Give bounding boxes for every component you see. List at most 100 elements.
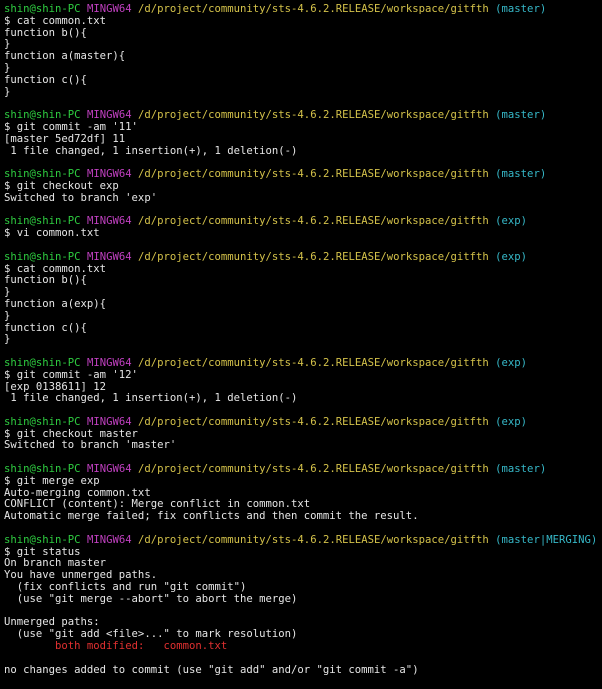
prompt-branch: (exp) bbox=[495, 415, 528, 428]
command-text: $ cat common.txt bbox=[4, 262, 107, 275]
output-text: function c(){ bbox=[4, 73, 87, 86]
command-text: $ cat common.txt bbox=[4, 14, 107, 27]
prompt-user-host: shin@shin-PC bbox=[4, 168, 81, 181]
prompt-branch: (exp) bbox=[495, 250, 528, 263]
output-text: } bbox=[4, 286, 11, 299]
prompt-user-host: shin@shin-PC bbox=[4, 3, 81, 15]
prompt-branch: (master) bbox=[495, 3, 547, 15]
prompt-system: MINGW64 bbox=[86, 168, 132, 181]
prompt-path: /d/project/community/sts-4.6.2.RELEASE/w… bbox=[137, 109, 489, 122]
output-text: [exp 0138611] 12 bbox=[4, 380, 107, 393]
output-text: Automatic merge failed; fix conflicts an… bbox=[4, 510, 419, 523]
conflict-line: both modified: common.txt bbox=[4, 640, 600, 653]
prompt-system: MINGW64 bbox=[86, 356, 132, 369]
command-text: $ vi common.txt bbox=[4, 227, 100, 240]
output-line: no changes added to commit (use "git add… bbox=[4, 663, 600, 677]
prompt-system: MINGW64 bbox=[86, 415, 132, 428]
prompt-branch: (master) bbox=[495, 463, 547, 476]
prompt-user-host: shin@shin-PC bbox=[4, 250, 81, 263]
prompt-path: /d/project/community/sts-4.6.2.RELEASE/w… bbox=[137, 533, 489, 546]
prompt-user-host: shin@shin-PC bbox=[4, 215, 81, 228]
output-text: On branch master bbox=[4, 557, 107, 570]
output-line: (use "git merge --abort" to abort the me… bbox=[4, 592, 600, 606]
command-text: $ git merge exp bbox=[4, 474, 100, 487]
output-line: function a(master){ bbox=[4, 50, 600, 63]
prompt-path: /d/project/community/sts-4.6.2.RELEASE/w… bbox=[137, 215, 489, 228]
output-text: function b(){ bbox=[4, 26, 87, 39]
output-line: function a(exp){ bbox=[4, 297, 600, 311]
prompt-system: MINGW64 bbox=[86, 3, 132, 15]
prompt-path: /d/project/community/sts-4.6.2.RELEASE/w… bbox=[137, 3, 489, 15]
output-line: 1 file changed, 1 insertion(+), 1 deleti… bbox=[4, 144, 600, 158]
terminal-output[interactable]: shin@shin-PC MINGW64 /d/project/communit… bbox=[4, 3, 600, 677]
prompt-user-host: shin@shin-PC bbox=[4, 415, 81, 428]
output-text: Switched to branch 'exp' bbox=[4, 191, 158, 204]
prompt-branch: (master) bbox=[495, 109, 547, 122]
output-text: (use "git merge --abort" to abort the me… bbox=[4, 592, 298, 605]
command-line: $ cat common.txt bbox=[4, 14, 600, 28]
command-line: $ vi common.txt bbox=[4, 227, 600, 240]
output-text: function b(){ bbox=[4, 274, 87, 287]
command-text: $ git checkout exp bbox=[4, 179, 119, 192]
output-text: } bbox=[4, 38, 11, 51]
output-text: Auto-merging common.txt bbox=[4, 486, 151, 499]
command-text: $ git checkout master bbox=[4, 427, 138, 440]
prompt-user-host: shin@shin-PC bbox=[4, 463, 81, 476]
prompt-branch: (exp) bbox=[495, 356, 528, 369]
prompt-path: /d/project/community/sts-4.6.2.RELEASE/w… bbox=[137, 415, 489, 428]
output-line: 1 file changed, 1 insertion(+), 1 deleti… bbox=[4, 392, 600, 405]
output-text: [master 5ed72df] 11 bbox=[4, 132, 126, 145]
prompt-line: shin@shin-PC MINGW64 /d/project/communit… bbox=[4, 533, 600, 547]
prompt-system: MINGW64 bbox=[86, 250, 132, 263]
output-text: You have unmerged paths. bbox=[4, 569, 158, 582]
prompt-system: MINGW64 bbox=[86, 109, 132, 122]
prompt-system: MINGW64 bbox=[86, 215, 132, 228]
output-text: } bbox=[4, 333, 11, 346]
prompt-user-host: shin@shin-PC bbox=[4, 533, 81, 546]
prompt-path: /d/project/community/sts-4.6.2.RELEASE/w… bbox=[137, 168, 489, 181]
output-text: 1 file changed, 1 insertion(+), 1 deleti… bbox=[4, 392, 298, 405]
prompt-path: /d/project/community/sts-4.6.2.RELEASE/w… bbox=[137, 356, 489, 369]
prompt-path: /d/project/community/sts-4.6.2.RELEASE/w… bbox=[137, 250, 489, 263]
prompt-user-host: shin@shin-PC bbox=[4, 356, 81, 369]
output-text: no changes added to commit (use "git add… bbox=[4, 663, 419, 676]
output-line: function c(){ bbox=[4, 73, 600, 87]
prompt-branch: (master) bbox=[495, 168, 547, 181]
prompt-path: /d/project/community/sts-4.6.2.RELEASE/w… bbox=[137, 463, 489, 476]
prompt-branch: (master|MERGING) bbox=[495, 533, 598, 546]
output-line: } bbox=[4, 333, 600, 346]
command-line: $ cat common.txt bbox=[4, 262, 600, 276]
output-text: Unmerged paths: bbox=[4, 616, 100, 629]
prompt-branch: (exp) bbox=[495, 215, 528, 228]
output-text: function c(){ bbox=[4, 321, 87, 334]
prompt-user-host: shin@shin-PC bbox=[4, 109, 81, 122]
output-text: } bbox=[4, 85, 11, 98]
output-text: Switched to branch 'master' bbox=[4, 439, 177, 452]
output-line: } bbox=[4, 309, 600, 323]
output-line: } bbox=[4, 85, 600, 99]
command-text: $ git commit -am '11' bbox=[4, 120, 138, 133]
output-text: } bbox=[4, 61, 11, 74]
output-line: Switched to branch 'master' bbox=[4, 440, 600, 452]
output-text: function a(master){ bbox=[4, 50, 126, 63]
conflict-file-name: common.txt bbox=[163, 640, 228, 653]
command-text: $ git commit -am '12' bbox=[4, 368, 138, 381]
output-text: (fix conflicts and run "git commit") bbox=[4, 581, 247, 594]
conflict-status-label: both modified: bbox=[55, 640, 145, 653]
prompt-system: MINGW64 bbox=[86, 533, 132, 546]
output-line: Automatic merge failed; fix conflicts an… bbox=[4, 510, 600, 523]
output-line: } bbox=[4, 61, 600, 75]
output-line: function b(){ bbox=[4, 26, 600, 40]
output-line: function b(){ bbox=[4, 274, 600, 287]
terminal-window[interactable]: shin@shin-PC MINGW64 /d/project/communit… bbox=[0, 0, 602, 689]
output-line: Switched to branch 'exp' bbox=[4, 191, 600, 205]
prompt-system: MINGW64 bbox=[86, 463, 132, 476]
command-text: $ git status bbox=[4, 545, 81, 558]
output-text: 1 file changed, 1 insertion(+), 1 deleti… bbox=[4, 144, 298, 157]
output-text: } bbox=[4, 309, 11, 322]
output-text: (use "git add <file>..." to mark resolut… bbox=[4, 628, 298, 641]
output-text: function a(exp){ bbox=[4, 297, 107, 310]
output-text: CONFLICT (content): Merge conflict in co… bbox=[4, 498, 311, 511]
